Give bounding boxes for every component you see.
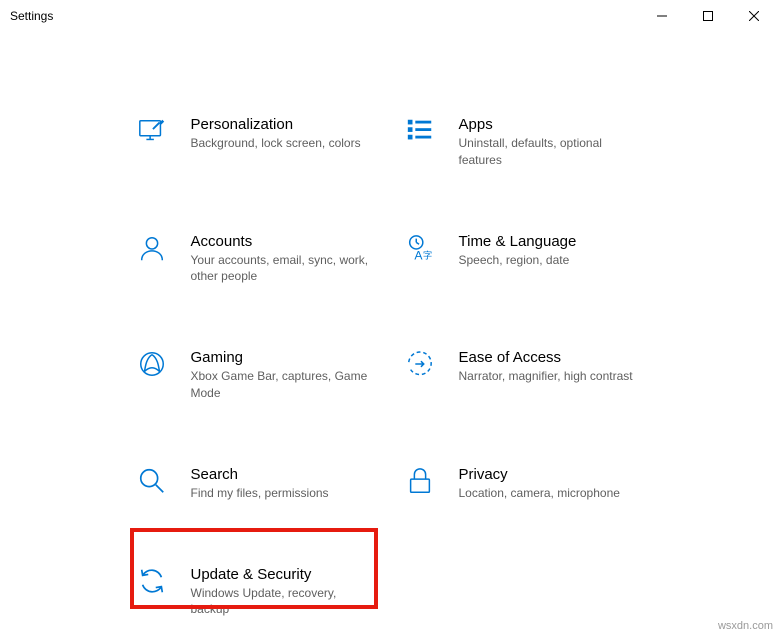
window-title: Settings (10, 9, 53, 23)
settings-grid: Personalization Background, lock screen,… (129, 110, 649, 624)
tile-title: Search (191, 466, 375, 483)
tile-gaming[interactable]: Gaming Xbox Game Bar, captures, Game Mod… (129, 343, 381, 408)
update-security-icon (135, 566, 173, 596)
watermark: wsxdn.com (718, 620, 773, 632)
maximize-button[interactable] (685, 0, 731, 32)
privacy-icon (403, 466, 441, 496)
search-icon (135, 466, 173, 496)
tile-apps[interactable]: Apps Uninstall, defaults, optional featu… (397, 110, 649, 175)
tile-desc: Speech, region, date (459, 252, 643, 269)
accounts-icon (135, 233, 173, 263)
gaming-icon (135, 349, 173, 379)
tile-ease-of-access[interactable]: Ease of Access Narrator, magnifier, high… (397, 343, 649, 408)
tile-title: Personalization (191, 116, 375, 133)
tile-title: Apps (459, 116, 643, 133)
tile-search[interactable]: Search Find my files, permissions (129, 460, 381, 508)
tile-desc: Xbox Game Bar, captures, Game Mode (191, 368, 375, 402)
tile-title: Gaming (191, 349, 375, 366)
tile-title: Update & Security (191, 566, 375, 583)
tile-time-language[interactable]: A 字 Time & Language Speech, region, date (397, 227, 649, 292)
tile-desc: Location, camera, microphone (459, 485, 643, 502)
personalization-icon (135, 116, 173, 146)
tile-desc: Find my files, permissions (191, 485, 375, 502)
settings-content: Personalization Background, lock screen,… (0, 32, 777, 624)
tile-title: Privacy (459, 466, 643, 483)
tile-title: Accounts (191, 233, 375, 250)
time-language-icon: A 字 (403, 233, 441, 263)
tile-title: Ease of Access (459, 349, 643, 366)
tile-accounts[interactable]: Accounts Your accounts, email, sync, wor… (129, 227, 381, 292)
svg-text:字: 字 (422, 249, 431, 260)
tile-title: Time & Language (459, 233, 643, 250)
tile-personalization[interactable]: Personalization Background, lock screen,… (129, 110, 381, 175)
close-button[interactable] (731, 0, 777, 32)
minimize-button[interactable] (639, 0, 685, 32)
tile-desc: Uninstall, defaults, optional features (459, 135, 643, 169)
tile-privacy[interactable]: Privacy Location, camera, microphone (397, 460, 649, 508)
tile-desc: Narrator, magnifier, high contrast (459, 368, 643, 385)
tile-desc: Background, lock screen, colors (191, 135, 375, 152)
tile-desc: Windows Update, recovery, backup (191, 585, 375, 619)
window-controls (639, 0, 777, 32)
titlebar: Settings (0, 0, 777, 32)
tile-desc: Your accounts, email, sync, work, other … (191, 252, 375, 286)
apps-icon (403, 116, 441, 146)
tile-update-security[interactable]: Update & Security Windows Update, recove… (129, 560, 381, 625)
ease-of-access-icon (403, 349, 441, 379)
